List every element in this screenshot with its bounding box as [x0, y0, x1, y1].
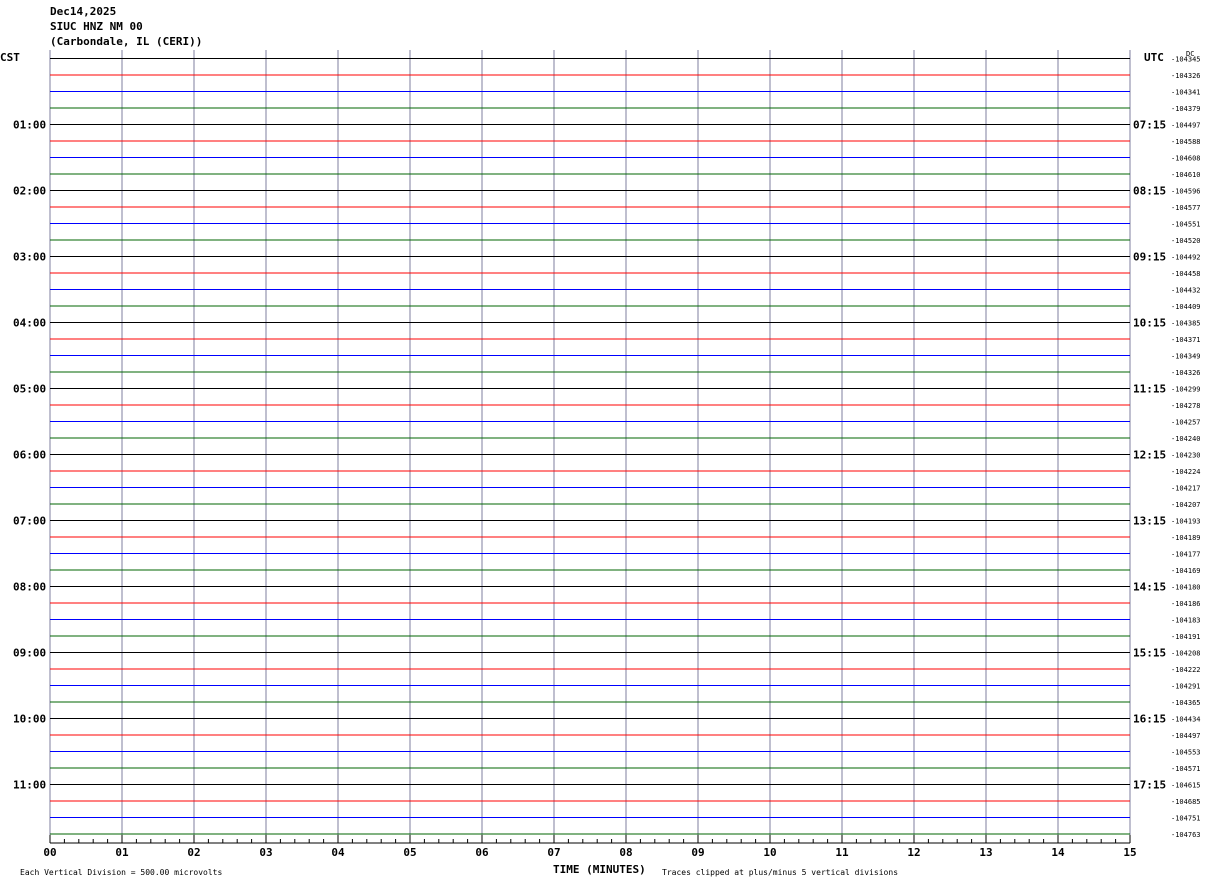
dc-offset-label: -104520: [1171, 237, 1201, 245]
dc-offset-label: -104326: [1171, 369, 1201, 377]
dc-offset-label: -104596: [1171, 188, 1201, 196]
dc-offset-label: -104291: [1171, 683, 1201, 691]
right-hour-label: 07:15: [1133, 119, 1166, 132]
left-hour-label: 06:00: [13, 449, 46, 462]
dc-offset-label: -104685: [1171, 798, 1201, 806]
dc-offset-label: -104458: [1171, 270, 1201, 278]
dc-offset-label: -104217: [1171, 485, 1201, 493]
dc-offset-label: -104257: [1171, 419, 1201, 427]
left-hour-label: 03:00: [13, 251, 46, 264]
dc-offset-label: -104497: [1171, 122, 1201, 130]
left-hour-label: 04:00: [13, 317, 46, 330]
x-tick-label: 04: [331, 846, 345, 859]
dc-offset-label: -104608: [1171, 155, 1201, 163]
dc-offset-label: -104169: [1171, 567, 1201, 575]
dc-offset-label: -104751: [1171, 815, 1201, 823]
dc-offset-label: -104180: [1171, 584, 1201, 592]
right-timezone-label: UTC: [1144, 51, 1164, 64]
left-hour-label: 07:00: [13, 515, 46, 528]
x-tick-label: 09: [691, 846, 704, 859]
right-hour-label: 10:15: [1133, 317, 1166, 330]
dc-offset-label: -104230: [1171, 452, 1201, 460]
x-axis-title: TIME (MINUTES): [553, 863, 646, 876]
dc-offset-label: -104191: [1171, 633, 1201, 641]
dc-offset-label: -104615: [1171, 782, 1201, 790]
helicorder-plot: 00 01 02 03 04 05 06 07 08 09 10 11 12 13 14 15 01:00 02…: [0, 50, 1201, 877]
dc-offset-label: -104189: [1171, 534, 1201, 542]
x-tick-label: 10: [763, 846, 776, 859]
right-hour-label: 11:15: [1133, 383, 1166, 396]
x-tick-label: 12: [907, 846, 920, 859]
x-tick-label: 08: [619, 846, 632, 859]
dc-offset-label: -104222: [1171, 666, 1201, 674]
right-hour-label: 16:15: [1133, 713, 1166, 726]
left-hour-label: 09:00: [13, 647, 46, 660]
dc-offset-label: -104409: [1171, 303, 1201, 311]
left-hour-label: 05:00: [13, 383, 46, 396]
dc-offset-label: -104610: [1171, 171, 1201, 179]
dc-offset-label: -104299: [1171, 386, 1201, 394]
dc-offset-label: -104379: [1171, 105, 1201, 113]
right-hour-label: 15:15: [1133, 647, 1166, 660]
x-tick-label: 00: [43, 846, 56, 859]
dc-offset-label: -104577: [1171, 204, 1201, 212]
dc-offset-label: -104193: [1171, 518, 1201, 526]
x-tick-label: 13: [979, 846, 992, 859]
right-hour-label: 17:15: [1133, 779, 1166, 792]
dc-offset-label: -104365: [1171, 699, 1201, 707]
x-tick-label: 14: [1051, 846, 1065, 859]
right-hour-label: 13:15: [1133, 515, 1166, 528]
left-hour-label: 08:00: [13, 581, 46, 594]
dc-offset-label: -104571: [1171, 765, 1201, 773]
x-tick-label: 01: [115, 846, 129, 859]
dc-offset-label: -104183: [1171, 617, 1201, 625]
dc-offset-label: -104588: [1171, 138, 1201, 146]
time-axis: 00 01 02 03 04 05 06 07 08 09 10 11 12 13 14 15: [43, 835, 1137, 859]
dc-offset-label: -104278: [1171, 402, 1201, 410]
clip-note: Traces clipped at plus/minus 5 vertical …: [662, 868, 898, 877]
x-tick-label: 11: [835, 846, 849, 859]
dc-offset-label: -104186: [1171, 600, 1201, 608]
dc-offset-label: -104385: [1171, 320, 1201, 328]
left-hour-label: 10:00: [13, 713, 46, 726]
right-hour-label: 08:15: [1133, 185, 1166, 198]
x-tick-label: 02: [187, 846, 200, 859]
dc-offset-label: -104553: [1171, 749, 1201, 757]
dc-offset-label: -104492: [1171, 254, 1201, 262]
dc-offset-label: -104208: [1171, 650, 1201, 658]
dc-offset-label: -104341: [1171, 89, 1201, 97]
left-hour-label: 11:00: [13, 779, 46, 792]
trace-labels: 01:00 02:00 03:00 04:00 05:00 06:00 07:00 08:00…: [13, 56, 1201, 840]
dc-offset-label: -104349: [1171, 353, 1201, 361]
dc-offset-label: -104240: [1171, 435, 1201, 443]
dc-offset-label: -104207: [1171, 501, 1201, 509]
x-tick-label: 03: [259, 846, 272, 859]
dc-offset-label: -104326: [1171, 72, 1201, 80]
x-tick-label: 07: [547, 846, 560, 859]
dc-offset-label: -104224: [1171, 468, 1201, 476]
dc-offset-label: -104497: [1171, 732, 1201, 740]
seismic-traces: [50, 58, 1130, 835]
dc-offset-label: -104371: [1171, 336, 1201, 344]
minute-gridlines: [49, 50, 1131, 842]
dc-offset-label: -104434: [1171, 716, 1201, 724]
scale-note: Each Vertical Division = 500.00 microvol…: [20, 868, 222, 877]
x-tick-label: 05: [403, 846, 416, 859]
x-tick-label: 15: [1123, 846, 1136, 859]
dc-offset-label: -104551: [1171, 221, 1201, 229]
dc-offset-label: -104432: [1171, 287, 1201, 295]
left-hour-label: 02:00: [13, 185, 46, 198]
dc-offset-label: -104763: [1171, 831, 1201, 839]
dc-offset-label: -104177: [1171, 551, 1201, 559]
x-tick-label: 06: [475, 846, 489, 859]
right-hour-label: 09:15: [1133, 251, 1166, 264]
left-timezone-label: CST: [0, 51, 20, 64]
dc-column-label: DC: [1186, 50, 1194, 58]
left-hour-label: 01:00: [13, 119, 46, 132]
right-hour-label: 14:15: [1133, 581, 1166, 594]
right-hour-label: 12:15: [1133, 449, 1166, 462]
